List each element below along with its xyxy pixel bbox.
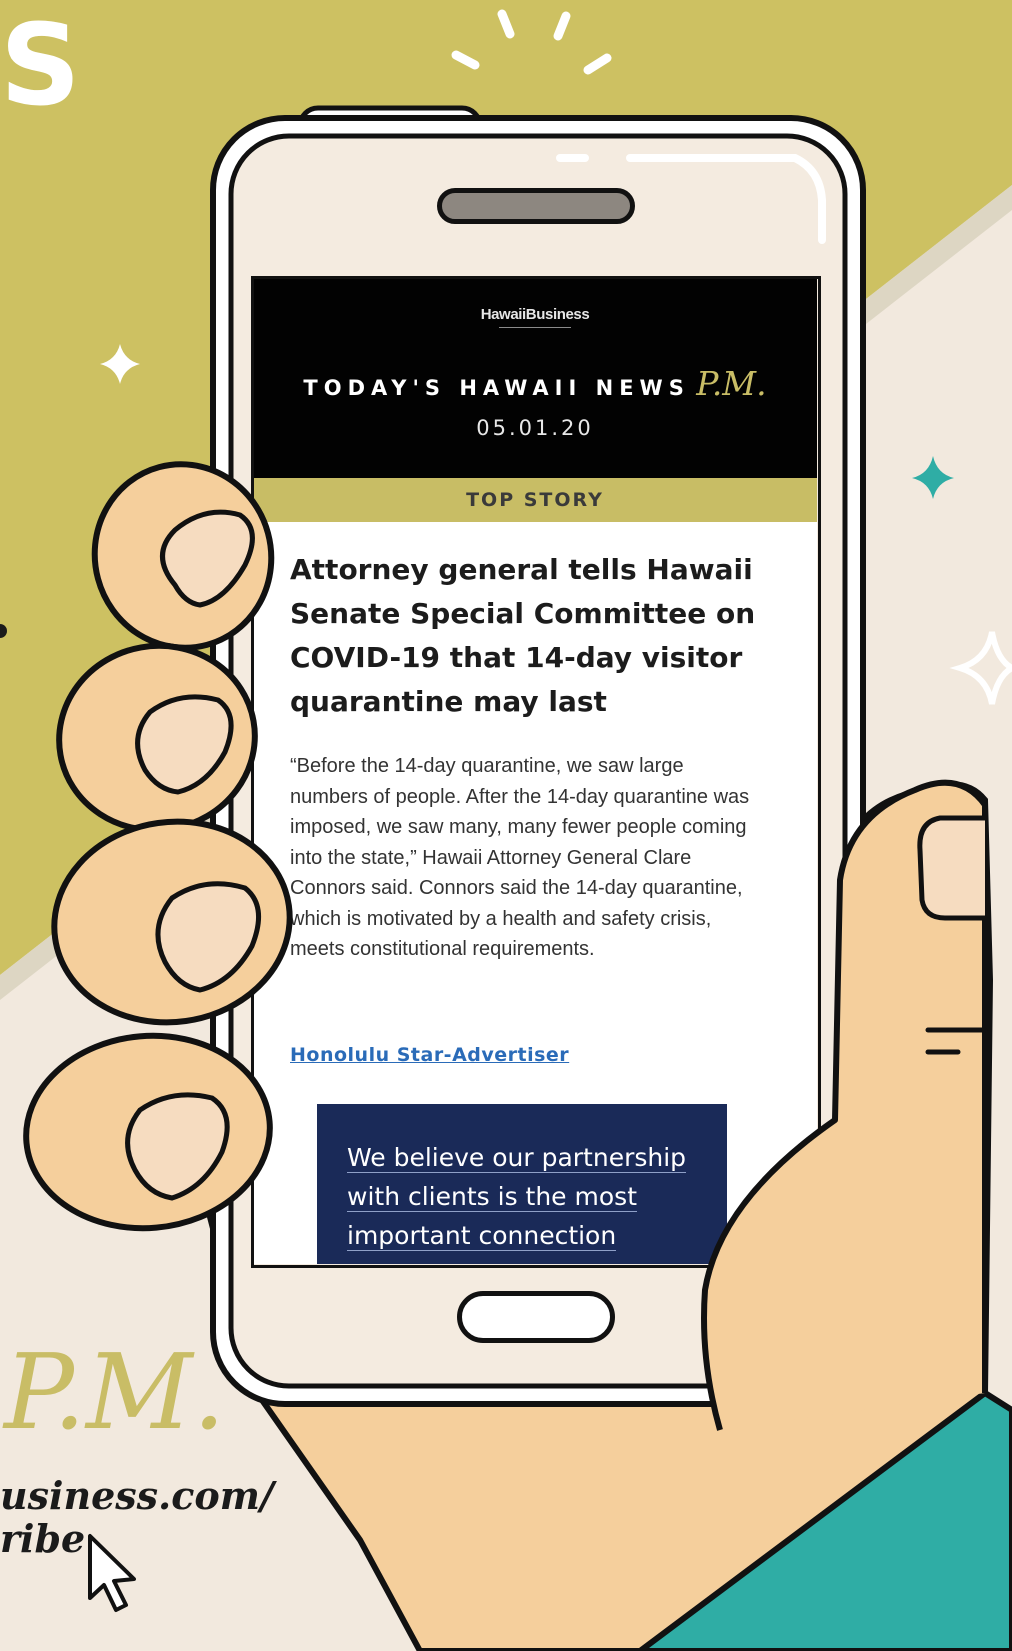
finger [23,1032,273,1232]
finger [91,461,275,651]
finger [51,818,293,1026]
thumbnail [917,815,985,921]
finger [56,642,258,834]
hand-fingers [23,461,988,1431]
